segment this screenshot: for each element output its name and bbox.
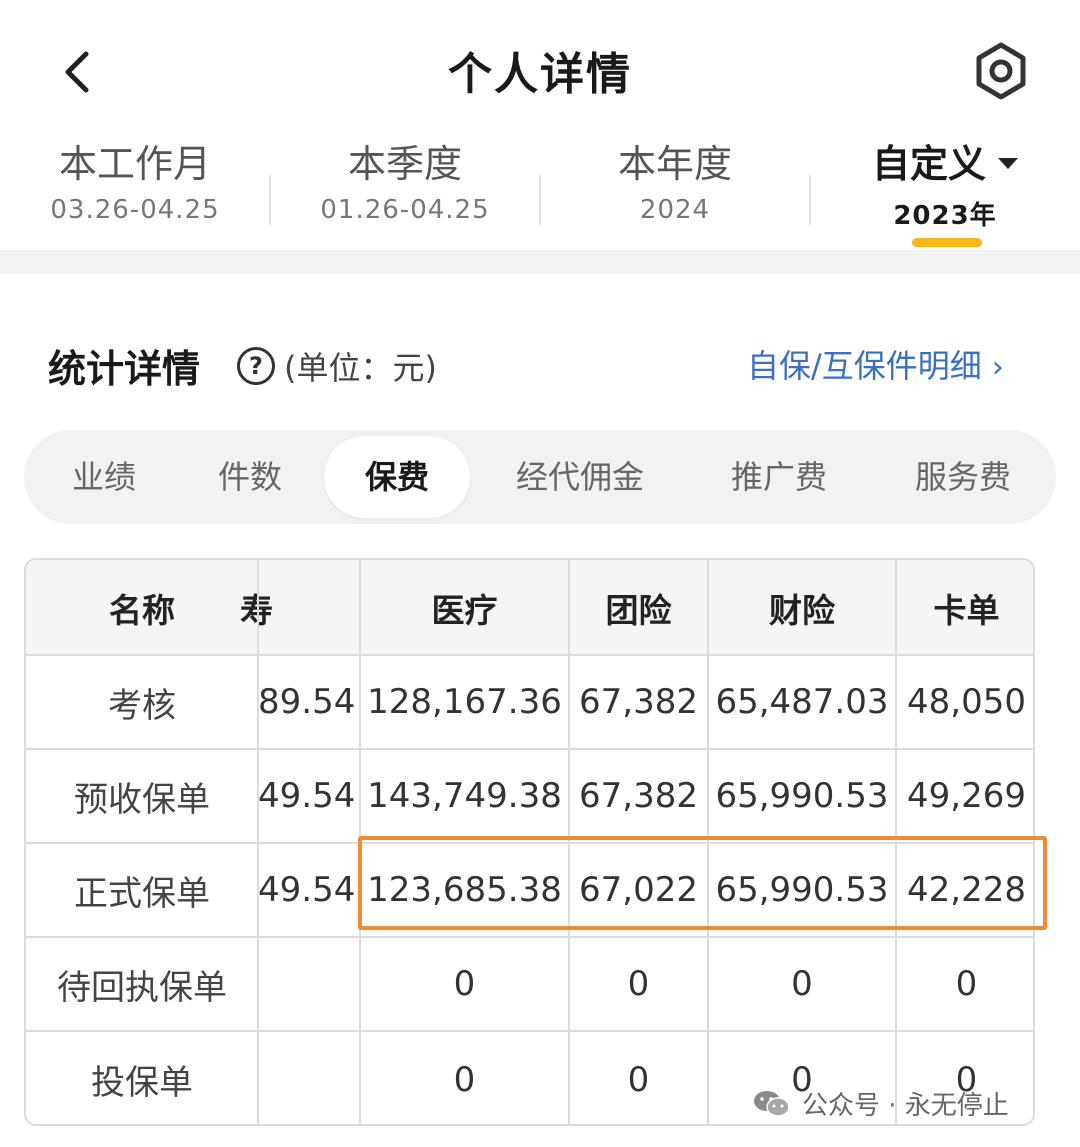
cell-property: 65,487.03	[715, 682, 889, 722]
cell-life: 49.54	[258, 776, 356, 816]
table-grid-line	[26, 936, 1033, 938]
cell-medical: 0	[453, 964, 476, 1004]
metric-performance[interactable]: 业绩	[44, 430, 164, 524]
page-title: 个人详情	[448, 49, 632, 100]
cell-group: 67,382	[579, 776, 698, 816]
detail-link[interactable]: 自保/互保件明细 ›	[747, 341, 1004, 387]
cell-card: 0	[955, 964, 978, 1004]
cell-life	[258, 1031, 360, 1124]
settings-hexagon-icon	[976, 42, 1026, 100]
row-name: 预收保单	[74, 779, 210, 820]
tab-label-wrap: 自定义	[810, 139, 1080, 189]
header-property: 财险	[769, 590, 835, 630]
cell-card: 48,050	[907, 682, 1026, 722]
header-name: 名称	[109, 590, 175, 630]
header-life: 寿	[240, 560, 342, 655]
metric-count[interactable]: 件数	[190, 430, 310, 524]
metric-broker-commission[interactable]: 经代佣金	[490, 430, 670, 524]
cell-group: 0	[627, 1059, 650, 1100]
row-name: 待回执保单	[57, 967, 227, 1008]
tab-label: 本工作月	[58, 142, 211, 186]
header-group: 团险	[605, 590, 672, 630]
cell-property: 0	[791, 964, 813, 1004]
tab-year[interactable]: 本年度 2024	[540, 135, 810, 247]
tab-date-range: 03.26-04.25	[50, 195, 220, 225]
cell-life	[258, 937, 360, 1031]
header-medical: 医疗	[431, 590, 498, 630]
tab-label: 本年度	[617, 142, 732, 186]
tab-work-month[interactable]: 本工作月 03.26-04.25	[0, 135, 270, 247]
table-grid-line	[26, 654, 1033, 656]
header-card: 卡单	[933, 590, 1000, 630]
settings-button[interactable]	[970, 40, 1032, 102]
help-icon[interactable]: ?	[237, 347, 275, 385]
metric-segmented-control: 业绩 件数 保费 经代佣金 推广费 服务费	[24, 430, 1056, 524]
row-name: 正式保单	[74, 873, 210, 914]
detail-link-label: 自保/互保件明细	[747, 347, 982, 385]
row-name: 考核	[108, 685, 176, 726]
period-tabs: 本工作月 03.26-04.25 本季度 01.26-04.25 本年度 202…	[0, 135, 1080, 247]
caret-down-icon	[998, 158, 1018, 169]
tab-label: 本季度	[347, 142, 462, 186]
table-row: 考核 89.54 128,167.36 67,382 65,487.03 48,…	[26, 655, 1033, 749]
tab-date-range: 2024	[639, 195, 711, 225]
cell-group: 0	[627, 964, 650, 1004]
metric-premium[interactable]: 保费	[324, 436, 470, 518]
tab-quarter[interactable]: 本季度 01.26-04.25	[270, 135, 540, 247]
cell-medical: 128,167.36	[367, 682, 562, 722]
unit-label: (单位：元)	[284, 349, 437, 387]
table-grid-line	[26, 1030, 1033, 1032]
table-row: 待回执保单 0 0 0 0	[26, 937, 1033, 1031]
watermark-text: 公众号 · 永无停止	[802, 1091, 1009, 1121]
cell-life: 49.54	[258, 870, 356, 910]
table-grid-line	[26, 748, 1033, 750]
metric-promotion-fee[interactable]: 推广费	[704, 430, 854, 524]
wechat-watermark: 公众号 · 永无停止	[752, 1085, 1009, 1122]
table-row: 预收保单 49.54 143,749.38 67,382 65,990.53 4…	[26, 749, 1033, 843]
top-bar: 个人详情	[0, 0, 1080, 135]
highlight-box	[358, 836, 1047, 930]
wechat-icon	[754, 1090, 790, 1117]
tab-label: 自定义	[871, 142, 986, 186]
section-title: 统计详情	[48, 347, 201, 391]
cell-card: 49,269	[907, 776, 1026, 816]
cell-medical: 0	[453, 1059, 476, 1100]
tab-custom[interactable]: 自定义 2023年	[810, 135, 1080, 247]
row-name: 投保单	[91, 1063, 193, 1103]
cell-property: 65,990.53	[715, 776, 889, 816]
section-divider	[0, 250, 1080, 274]
cell-group: 67,382	[579, 682, 698, 722]
cell-life: 89.54	[258, 682, 356, 722]
chevron-right-icon: ›	[991, 350, 1004, 385]
tab-date-range: 2023年	[893, 201, 997, 231]
active-tab-indicator	[912, 238, 982, 247]
metric-service-fee[interactable]: 服务费	[888, 430, 1038, 524]
table-header-row: 名称 寿 医疗 团险 财险 卡单	[26, 560, 1033, 655]
tab-date-range: 01.26-04.25	[320, 195, 490, 225]
cell-medical: 143,749.38	[367, 776, 562, 816]
